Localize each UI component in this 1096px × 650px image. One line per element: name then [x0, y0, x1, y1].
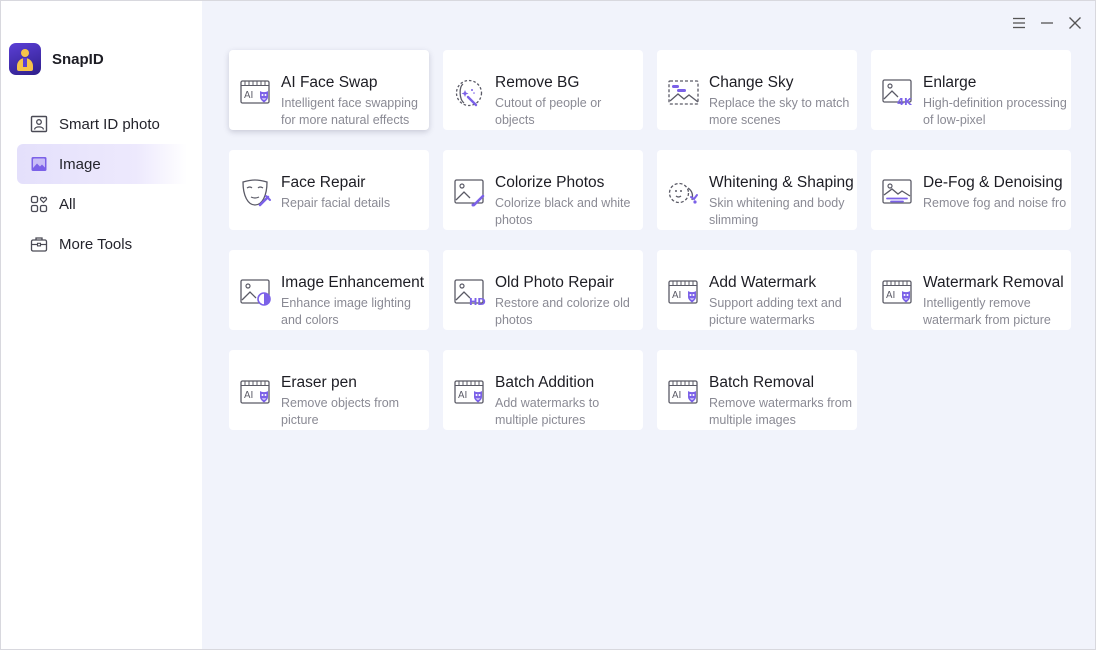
sidebar-item-more-tools[interactable]: More Tools	[17, 224, 187, 264]
tool-card-colorize-photos[interactable]: Colorize Photos Colorize black and white…	[443, 150, 643, 230]
tool-card-change-sky[interactable]: Change Sky Replace the sky to match more…	[657, 50, 857, 130]
toolbox-icon	[30, 235, 48, 253]
svg-text:4K: 4K	[897, 97, 913, 108]
tool-description: Skin whitening and body slimming	[709, 196, 845, 227]
ai-eraser-icon: AI	[240, 380, 270, 404]
tool-description: Restore and colorize old photos	[495, 296, 630, 327]
tool-title: Old Photo Repair	[495, 274, 614, 291]
snapid-logo-icon	[9, 43, 41, 75]
tool-card-image-enhancement[interactable]: Image Enhancement Enhance image lighting…	[229, 250, 429, 330]
tool-title: Image Enhancement	[281, 274, 425, 291]
tool-card-defog-denoising[interactable]: De-Fog & Denoising Remove fog and noise …	[871, 150, 1071, 230]
tool-card-eraser-pen[interactable]: AI Eraser pen Remove objects from pictur…	[229, 350, 429, 430]
tool-title: Add Watermark	[709, 274, 817, 291]
sidebar-item-image[interactable]: Image	[17, 144, 187, 184]
minimize-icon[interactable]	[1037, 13, 1057, 33]
face-repair-icon	[242, 179, 271, 207]
tool-description: Replace the sky to match more scenes	[709, 96, 850, 127]
enlarge-4k-icon: 4K	[882, 79, 913, 108]
tool-title: Face Repair	[281, 174, 366, 191]
svg-text:AI: AI	[672, 290, 681, 301]
sidebar-item-label: All	[59, 195, 76, 213]
tool-title: Remove BG	[495, 74, 580, 91]
tool-description: Add watermarks to multiple pictures	[495, 396, 600, 427]
tool-title: AI Face Swap	[281, 74, 378, 91]
svg-text:AI: AI	[886, 290, 895, 301]
tool-description: Enhance image lighting and colors	[281, 296, 411, 327]
tool-description: Intelligently remove watermark from pict…	[923, 296, 1051, 327]
brand: SnapID	[9, 43, 104, 75]
menu-icon[interactable]	[1009, 13, 1029, 33]
close-icon[interactable]	[1065, 13, 1085, 33]
ai-face-swap-icon: AI	[240, 80, 270, 104]
ai-batch-removal-icon: AI	[668, 380, 698, 404]
tool-title: Change Sky	[709, 74, 794, 91]
sidebar: SnapID Smart ID photo Image All More Too…	[1, 1, 202, 649]
tool-card-enlarge[interactable]: 4K Enlarge High-definition processing of…	[871, 50, 1071, 130]
defog-icon	[882, 179, 912, 204]
tool-title: Enlarge	[923, 74, 977, 91]
tool-description: Remove watermarks from multiple images	[709, 396, 853, 427]
remove-bg-icon	[455, 79, 483, 107]
tool-card-batch-addition[interactable]: AI Batch Addition Add watermarks to mult…	[443, 350, 643, 430]
tool-card-watermark-removal[interactable]: AI Watermark Removal Intelligently remov…	[871, 250, 1071, 330]
tool-card-ai-face-swap[interactable]: AI AI Face Swap Intelligent face swappin…	[229, 50, 429, 130]
tool-title: Batch Addition	[495, 374, 595, 391]
app-name: SnapID	[52, 50, 104, 68]
sidebar-nav: Smart ID photo Image All More Tools	[17, 104, 187, 264]
tool-card-face-repair[interactable]: Face Repair Repair facial details	[229, 150, 429, 230]
tool-title: Whitening & Shaping	[709, 174, 854, 191]
tool-title: Eraser pen	[281, 374, 357, 391]
sidebar-item-all[interactable]: All	[17, 184, 187, 224]
tool-card-batch-removal[interactable]: AI Batch Removal Remove watermarks from …	[657, 350, 857, 430]
old-photo-hd-icon: HD	[454, 279, 486, 308]
tool-card-whitening-shaping[interactable]: Whitening & Shaping Skin whitening and b…	[657, 150, 857, 230]
colorize-icon	[454, 179, 485, 207]
sidebar-item-smart-id-photo[interactable]: Smart ID photo	[17, 104, 187, 144]
ai-watermark-removal-icon: AI	[882, 280, 912, 304]
change-sky-icon	[668, 80, 699, 105]
svg-text:AI: AI	[244, 90, 253, 101]
enhance-icon	[240, 279, 271, 306]
tool-description: Repair facial details	[281, 196, 391, 210]
tool-description: Colorize black and white photos	[495, 196, 631, 227]
svg-text:AI: AI	[244, 390, 253, 401]
ai-add-watermark-icon: AI	[668, 280, 698, 304]
svg-text:AI: AI	[672, 390, 681, 401]
id-photo-icon	[30, 115, 48, 133]
tool-description: Support adding text and picture watermar…	[709, 296, 842, 327]
sidebar-item-label: More Tools	[59, 235, 133, 253]
tool-card-add-watermark[interactable]: AI Add Watermark Support adding text and…	[657, 250, 857, 330]
svg-text:HD: HD	[469, 297, 486, 308]
image-icon	[30, 155, 48, 173]
svg-text:AI: AI	[458, 390, 467, 401]
tool-card-remove-bg[interactable]: Remove BG Cutout of people or objects	[443, 50, 643, 130]
tool-title: Colorize Photos	[495, 174, 605, 191]
tool-title: De-Fog & Denoising	[923, 174, 1063, 191]
grid-heart-icon	[30, 195, 48, 213]
sidebar-item-label: Smart ID photo	[59, 115, 160, 133]
tool-card-old-photo-repair[interactable]: HD Old Photo Repair Restore and colorize…	[443, 250, 643, 330]
tool-description: Cutout of people or objects	[495, 96, 602, 127]
tool-title: Batch Removal	[709, 374, 815, 391]
app-window: SnapID Smart ID photo Image All More Too…	[0, 0, 1096, 650]
tool-description: High-definition processing of low-pixel	[923, 96, 1067, 127]
tool-title: Watermark Removal	[923, 274, 1064, 291]
tool-description: Remove fog and noise fro	[923, 196, 1067, 210]
tool-description: Remove objects from picture	[281, 396, 400, 427]
sidebar-item-label: Image	[59, 155, 101, 173]
window-controls	[1009, 13, 1085, 33]
ai-batch-addition-icon: AI	[454, 380, 484, 404]
whitening-icon	[668, 182, 698, 204]
tool-description: Intelligent face swapping for more natur…	[281, 96, 418, 127]
